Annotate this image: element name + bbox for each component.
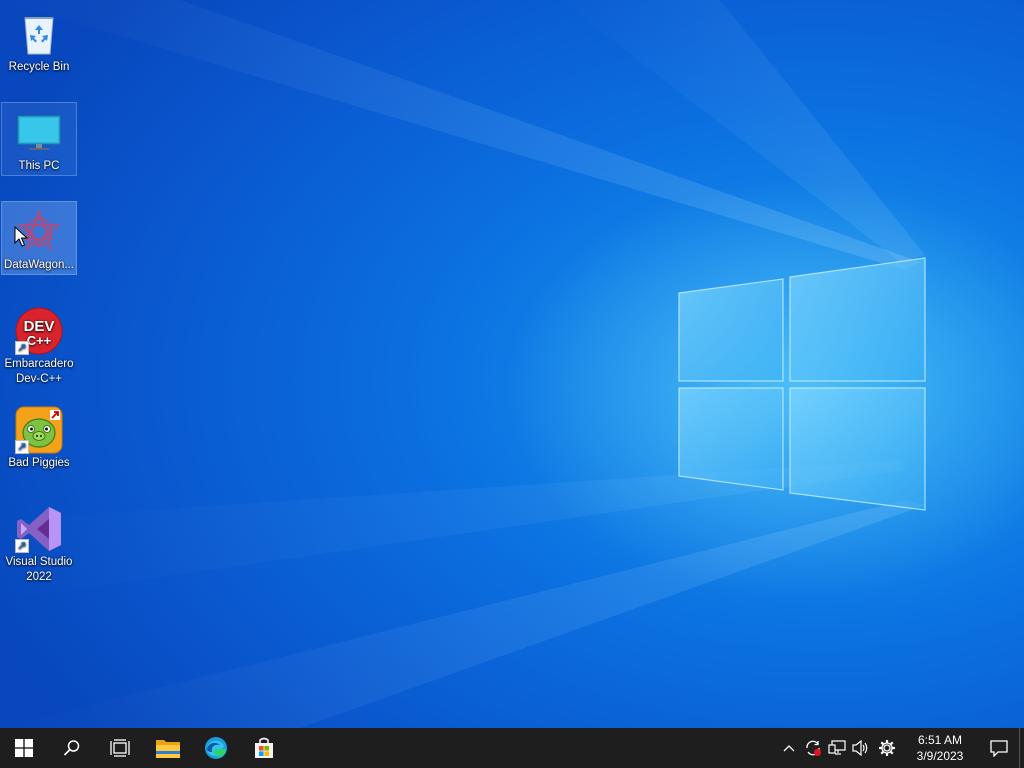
chevron-up-icon bbox=[783, 745, 795, 752]
taskbar-edge[interactable] bbox=[192, 728, 240, 768]
desktop[interactable]: Recycle Bin This PC DataWagon... DEV C++… bbox=[0, 0, 1024, 728]
tray-volume-button[interactable] bbox=[849, 728, 873, 768]
search-button[interactable] bbox=[48, 728, 96, 768]
desktop-icon-label: Recycle Bin bbox=[8, 61, 70, 73]
start-button[interactable] bbox=[0, 728, 48, 768]
taskbar-file-explorer[interactable] bbox=[144, 728, 192, 768]
tray-settings-button[interactable] bbox=[873, 728, 901, 768]
shortcut-arrow-icon: ↗ bbox=[15, 341, 29, 355]
taskbar-clock[interactable]: 6:51 AM 3/9/2023 bbox=[903, 732, 977, 764]
visual-studio-icon: ↗ bbox=[15, 505, 63, 553]
desktop-icon-visual-studio-2022[interactable]: ↗ Visual Studio 2022 bbox=[2, 499, 76, 585]
action-center-icon bbox=[990, 740, 1008, 757]
system-tray: 6:51 AM 3/9/2023 bbox=[777, 728, 1024, 768]
recycle-bin-icon bbox=[15, 10, 63, 58]
show-desktop-button[interactable] bbox=[1019, 728, 1024, 768]
desktop-icon-embarcadero-devcpp[interactable]: DEV C++ ↗ Embarcadero Dev-C++ bbox=[2, 301, 76, 387]
desktop-icon-recycle-bin[interactable]: Recycle Bin bbox=[2, 4, 76, 75]
file-explorer-icon bbox=[156, 740, 180, 758]
desktop-icon-label: Bad Piggies bbox=[8, 457, 70, 469]
desktop-icon-this-pc[interactable]: This PC bbox=[1, 102, 77, 176]
edge-icon bbox=[205, 737, 227, 759]
desktop-icon-label: This PC bbox=[18, 160, 60, 172]
taskbar: 6:51 AM 3/9/2023 bbox=[0, 728, 1024, 768]
action-center-button[interactable] bbox=[979, 728, 1019, 768]
show-hidden-icons-button[interactable] bbox=[777, 728, 801, 768]
mouse-cursor-icon bbox=[14, 226, 28, 247]
sync-icon bbox=[806, 740, 821, 756]
network-icon bbox=[828, 740, 846, 755]
desktop-icon-bad-piggies[interactable]: ↗ Bad Piggies bbox=[2, 400, 76, 471]
tray-sync-button[interactable] bbox=[801, 728, 825, 768]
clock-time: 6:51 AM bbox=[917, 733, 963, 747]
desktop-icon-label: Embarcadero Dev-C++ bbox=[4, 358, 74, 385]
search-icon bbox=[63, 740, 80, 756]
desktop-icon-label: Visual Studio 2022 bbox=[5, 556, 73, 583]
windows-start-icon bbox=[15, 739, 33, 757]
task-view-button[interactable] bbox=[96, 728, 144, 768]
volume-icon bbox=[852, 740, 868, 756]
bad-piggies-icon: ↗ bbox=[15, 406, 63, 454]
svg-text:C++: C++ bbox=[27, 333, 52, 348]
taskbar-microsoft-store[interactable] bbox=[240, 728, 288, 768]
shortcut-arrow-icon: ↗ bbox=[15, 539, 29, 553]
tray-network-button[interactable] bbox=[825, 728, 849, 768]
this-pc-icon bbox=[15, 109, 63, 157]
clock-date: 3/9/2023 bbox=[916, 749, 964, 763]
settings-gear-icon bbox=[879, 740, 895, 756]
devcpp-icon: DEV C++ ↗ bbox=[15, 307, 63, 355]
microsoft-store-icon bbox=[255, 737, 273, 758]
shortcut-arrow-icon: ↗ bbox=[15, 440, 29, 454]
desktop-icon-label: DataWagon... bbox=[4, 259, 74, 271]
task-view-icon bbox=[110, 739, 130, 757]
